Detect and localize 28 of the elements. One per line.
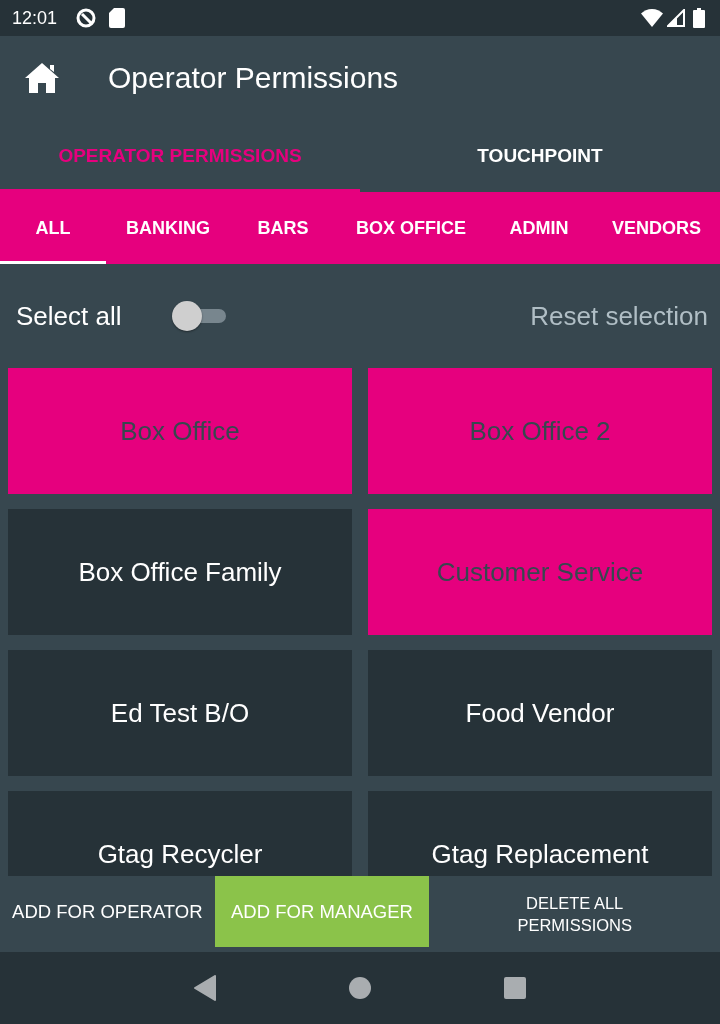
signal-icon bbox=[667, 9, 685, 27]
permission-tile[interactable]: Ed Test B/O bbox=[8, 650, 352, 776]
action-button[interactable]: ADD FOR OPERATOR bbox=[0, 876, 215, 947]
permission-tile[interactable]: Gtag Replacement bbox=[368, 791, 712, 876]
category-tab[interactable]: BANKING bbox=[106, 192, 230, 264]
reset-selection-link[interactable]: Reset selection bbox=[530, 300, 708, 332]
sd-card-icon bbox=[109, 8, 126, 28]
action-button[interactable]: DELETE ALL PERMISSIONS bbox=[429, 876, 720, 947]
select-all-label: Select all bbox=[16, 300, 122, 332]
permission-tile[interactable]: Food Vendor bbox=[368, 650, 712, 776]
screen-title: Operator Permissions bbox=[108, 61, 399, 95]
battery-icon bbox=[693, 8, 705, 28]
permission-tile[interactable]: Box Office Family bbox=[8, 509, 352, 635]
select-all-switch[interactable] bbox=[171, 300, 226, 332]
home-icon[interactable] bbox=[24, 62, 60, 94]
category-tab[interactable]: ADMIN bbox=[486, 192, 592, 264]
wifi-icon bbox=[641, 9, 663, 27]
tab[interactable]: TOUCHPOINT bbox=[360, 120, 720, 192]
recents-icon[interactable] bbox=[503, 977, 526, 999]
home-button-icon[interactable] bbox=[349, 977, 371, 999]
category-tab[interactable]: BOX OFFICE bbox=[336, 192, 486, 264]
category-tab[interactable]: ALL bbox=[0, 192, 106, 264]
category-tab[interactable]: VENDORS bbox=[592, 192, 720, 264]
permission-tile[interactable]: Gtag Recycler bbox=[8, 791, 352, 876]
category-tab[interactable]: BARS bbox=[230, 192, 336, 264]
back-icon[interactable] bbox=[194, 975, 217, 1001]
circle-slash-icon bbox=[75, 7, 98, 29]
clock-time: 12:01 bbox=[12, 7, 58, 29]
